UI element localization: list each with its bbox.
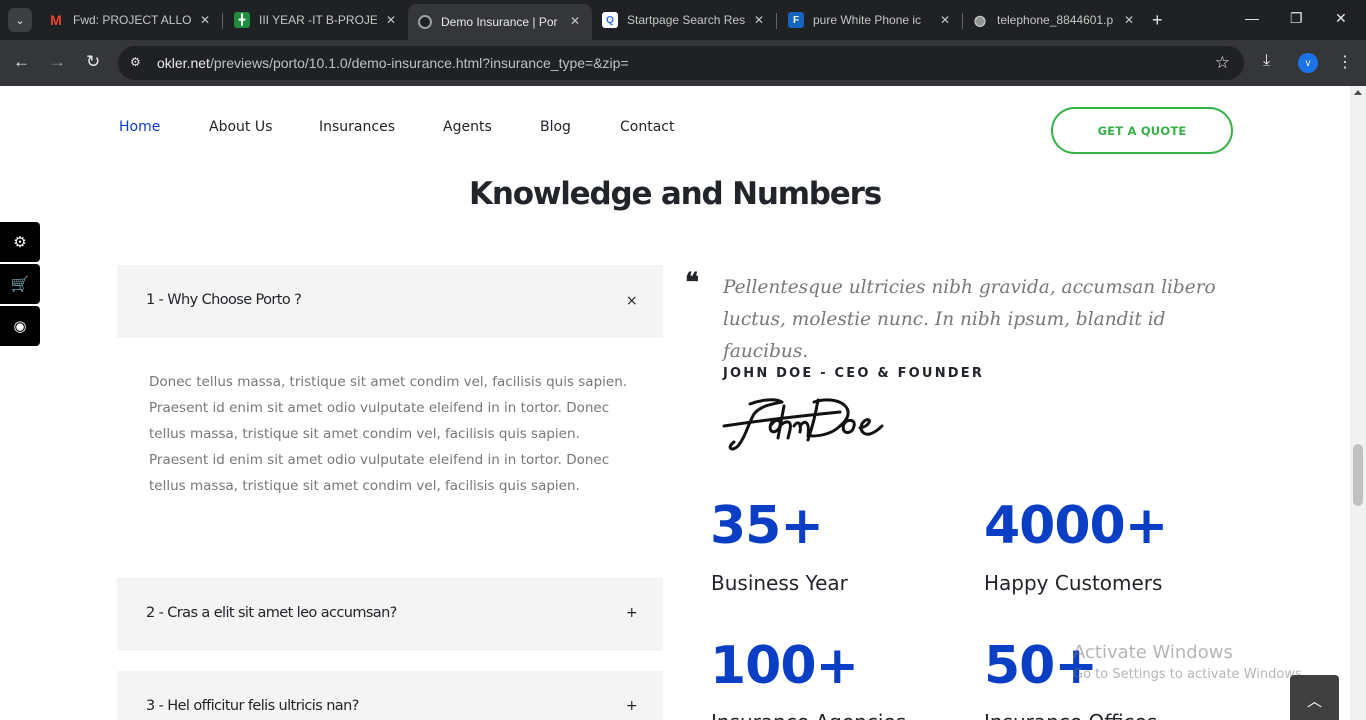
scroll-to-top-button[interactable]: ︿ [1290, 675, 1339, 720]
accordion-item-1-body: Donec tellus massa, tristique sit amet c… [149, 374, 628, 494]
accordion-title: 3 - Hel officitur felis ultricis nan? [146, 698, 359, 714]
url-path: /previews/porto/10.1.0/demo-insurance.ht… [209, 55, 629, 71]
menu-icon[interactable]: ⋮ [1337, 52, 1353, 72]
browser-tab-bar: ⌄ M Fwd: PROJECT ALLOC ✕ ╋ III YEAR -IT … [0, 0, 1366, 40]
browser-tab-demo-insurance[interactable]: Demo Insurance | Por ✕ [408, 4, 592, 40]
back-icon[interactable]: ← [13, 52, 30, 72]
chevron-up-icon: ︿ [1306, 692, 1322, 710]
nav-home[interactable]: Home [119, 119, 160, 135]
close-window-icon[interactable]: ✕ [1335, 10, 1347, 27]
collapse-icon: × [625, 293, 638, 309]
scroll-up-arrow-icon[interactable] [1354, 90, 1362, 95]
forward-icon[interactable]: → [49, 52, 66, 72]
accordion-title: 2 - Cras a elit sit amet leo accumsan? [146, 605, 397, 621]
gmail-icon: M [50, 12, 62, 28]
stat-number: 35+ [710, 496, 824, 556]
accordion-item-1-header[interactable]: 1 - Why Choose Porto ? × [117, 265, 663, 338]
tab-title: Startpage Search Res [627, 13, 745, 27]
accordion-item-3-header[interactable]: 3 - Hel officitur felis ultricis nan? + [117, 671, 663, 720]
tab-title: Demo Insurance | Por [441, 15, 558, 29]
tab-divider [222, 13, 223, 29]
tab-title: III YEAR -IT B-PROJEC [259, 13, 377, 27]
nav-agents[interactable]: Agents [443, 119, 492, 135]
site-info-icon[interactable]: ⚙ [130, 55, 146, 71]
profile-avatar[interactable]: v [1298, 53, 1318, 73]
heading-light: Knowledge and [469, 176, 733, 212]
browser-tab-gmail[interactable]: M Fwd: PROJECT ALLOC ✕ [38, 6, 222, 34]
address-bar[interactable]: ⚙ okler.net/previews/porto/10.1.0/demo-i… [118, 46, 1244, 80]
stat-label: Insurance Agencies [711, 710, 906, 720]
url-host: okler.net [157, 55, 210, 71]
startpage-icon: Q [602, 12, 618, 28]
close-tab-icon[interactable]: ✕ [200, 13, 210, 27]
accordion-title: 1 - Why Choose Porto ? [146, 292, 302, 308]
cart-icon[interactable]: 🛒 [0, 264, 40, 304]
quote-icon: ❝ [685, 268, 699, 298]
page-scrollbar[interactable] [1350, 86, 1366, 720]
browser-tab-sheets[interactable]: ╋ III YEAR -IT B-PROJEC ✕ [224, 6, 408, 34]
signature-image [722, 398, 884, 451]
nav-blog[interactable]: Blog [540, 119, 571, 135]
tab-search-dropdown-icon[interactable]: ⌄ [8, 8, 32, 32]
download-icon[interactable]: ⤓ [1263, 52, 1270, 70]
close-tab-icon[interactable]: ✕ [1124, 13, 1134, 27]
stat-number: 100+ [710, 636, 859, 696]
globe-icon: ◍ [973, 11, 987, 28]
close-tab-icon[interactable]: ✕ [386, 13, 396, 27]
tab-title: Fwd: PROJECT ALLOC [73, 13, 191, 27]
nav-about-us[interactable]: About Us [209, 119, 272, 135]
stat-label: Business Year [711, 571, 848, 595]
browser-toolbar: ← → ↻ ⚙ okler.net/previews/porto/10.1.0/… [0, 40, 1366, 86]
sheets-icon: ╋ [234, 12, 250, 28]
watermark-subtitle: Go to Settings to activate Windows. [1073, 667, 1306, 682]
nav-contact[interactable]: Contact [620, 119, 674, 135]
close-tab-icon[interactable]: ✕ [940, 13, 950, 27]
bookmark-star-icon[interactable]: ☆ [1215, 53, 1230, 73]
url-text: okler.net/previews/porto/10.1.0/demo-ins… [157, 55, 629, 71]
scrollbar-thumb[interactable] [1353, 444, 1363, 506]
flaticon-icon: F [788, 12, 804, 28]
minimize-icon[interactable]: — [1245, 10, 1259, 26]
section-heading: Knowledge and Numbers [0, 176, 1350, 212]
target-icon[interactable]: ◉ [0, 306, 40, 346]
settings-gears-icon[interactable]: ⚙ [0, 222, 40, 262]
watermark-title: Activate Windows [1073, 642, 1233, 663]
expand-icon: + [625, 605, 638, 621]
tab-divider [776, 13, 777, 29]
close-tab-icon[interactable]: ✕ [570, 14, 580, 28]
new-tab-button[interactable]: + [1152, 10, 1163, 31]
stat-label: Happy Customers [984, 571, 1163, 595]
get-a-quote-button[interactable]: GET A QUOTE [1051, 107, 1233, 154]
testimonial-author: JOHN DOE - CEO & FOUNDER [723, 366, 985, 381]
tab-title: pure White Phone ic [813, 13, 922, 27]
close-tab-icon[interactable]: ✕ [754, 13, 764, 27]
browser-tab-telephone[interactable]: ◍ telephone_8844601.p ✕ [962, 6, 1146, 34]
expand-icon: + [625, 698, 638, 714]
browser-tab-startpage[interactable]: Q Startpage Search Res ✕ [592, 6, 776, 34]
browser-tab-flaticon[interactable]: F pure White Phone ic ✕ [778, 6, 962, 34]
testimonial-quote: Pellentesque ultricies nibh gravida, acc… [723, 277, 1216, 362]
restore-icon[interactable]: ❐ [1290, 10, 1303, 27]
stat-label: Insurance Offices [984, 710, 1157, 720]
tab-title: telephone_8844601.p [997, 13, 1114, 27]
web-page: Home About Us Insurances Agents Blog Con… [0, 86, 1350, 720]
heading-bold: Numbers [732, 176, 882, 212]
nav-insurances[interactable]: Insurances [319, 119, 395, 135]
reload-icon[interactable]: ↻ [86, 52, 100, 72]
porto-icon [418, 15, 432, 29]
stat-number: 4000+ [984, 496, 1168, 556]
windows-activation-watermark: Activate Windows Go to Settings to activ… [1073, 642, 1306, 682]
accordion-item-2-header[interactable]: 2 - Cras a elit sit amet leo accumsan? + [117, 578, 663, 651]
